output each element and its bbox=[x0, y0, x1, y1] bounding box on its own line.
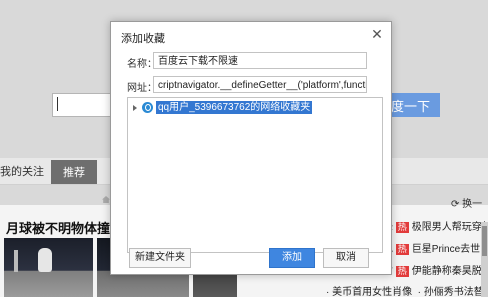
refresh-link[interactable]: ⟳ 换一 bbox=[451, 195, 482, 210]
news-title: 孙俪秀书法替有才 bbox=[423, 287, 488, 298]
close-icon[interactable]: ✕ bbox=[369, 26, 385, 42]
tab-recommend[interactable]: 推荐 bbox=[51, 160, 97, 184]
cancel-button[interactable]: 取消 bbox=[323, 248, 369, 268]
news-title: 极限男人帮玩穿越 bbox=[411, 222, 488, 233]
qq-user-icon bbox=[142, 102, 153, 113]
hot-badge: 热 bbox=[395, 266, 409, 277]
text-cursor bbox=[57, 97, 58, 111]
dialog-title: 添加收藏 bbox=[121, 33, 165, 45]
folder-tree[interactable]: qq用户_5396673762的网络收藏夹 bbox=[127, 97, 383, 253]
refresh-icon: ⟳ bbox=[451, 199, 463, 210]
search-input[interactable] bbox=[52, 93, 116, 117]
news-title: 巨星Prince去世 bbox=[411, 244, 481, 255]
add-favorite-dialog: 添加收藏 ✕ 名称： 百度云下载不限速 网址： criptnavigator._… bbox=[110, 21, 392, 275]
hot-badge: 热 bbox=[395, 244, 409, 255]
tree-node-root[interactable]: qq用户_5396673762的网络收藏夹 bbox=[156, 101, 313, 114]
add-button[interactable]: 添加 bbox=[269, 248, 315, 268]
news-title: 伊能静称秦昊脱 bbox=[411, 266, 482, 277]
astronaut-figure bbox=[38, 248, 52, 272]
name-field[interactable]: 百度云下载不限速 bbox=[153, 52, 367, 69]
scrollbar-thumb[interactable] bbox=[482, 226, 487, 256]
news-prefix: 美币首用女性肖像 bbox=[332, 287, 413, 298]
flag-pole bbox=[14, 250, 18, 272]
new-folder-button[interactable]: 新建文件夹 bbox=[129, 248, 191, 268]
url-field[interactable]: criptnavigator.__defineGetter__('platfor… bbox=[153, 76, 367, 93]
tab-follow[interactable]: 我的关注 bbox=[0, 162, 44, 182]
hot-badge: 热 bbox=[395, 222, 409, 233]
refresh-label: 换一 bbox=[462, 199, 483, 210]
news-item[interactable]: · 美币首用女性肖像 · 孙俪秀书法替有才 bbox=[326, 283, 488, 298]
expand-arrow-icon[interactable] bbox=[133, 105, 137, 111]
news-image-astronaut[interactable] bbox=[4, 238, 93, 297]
